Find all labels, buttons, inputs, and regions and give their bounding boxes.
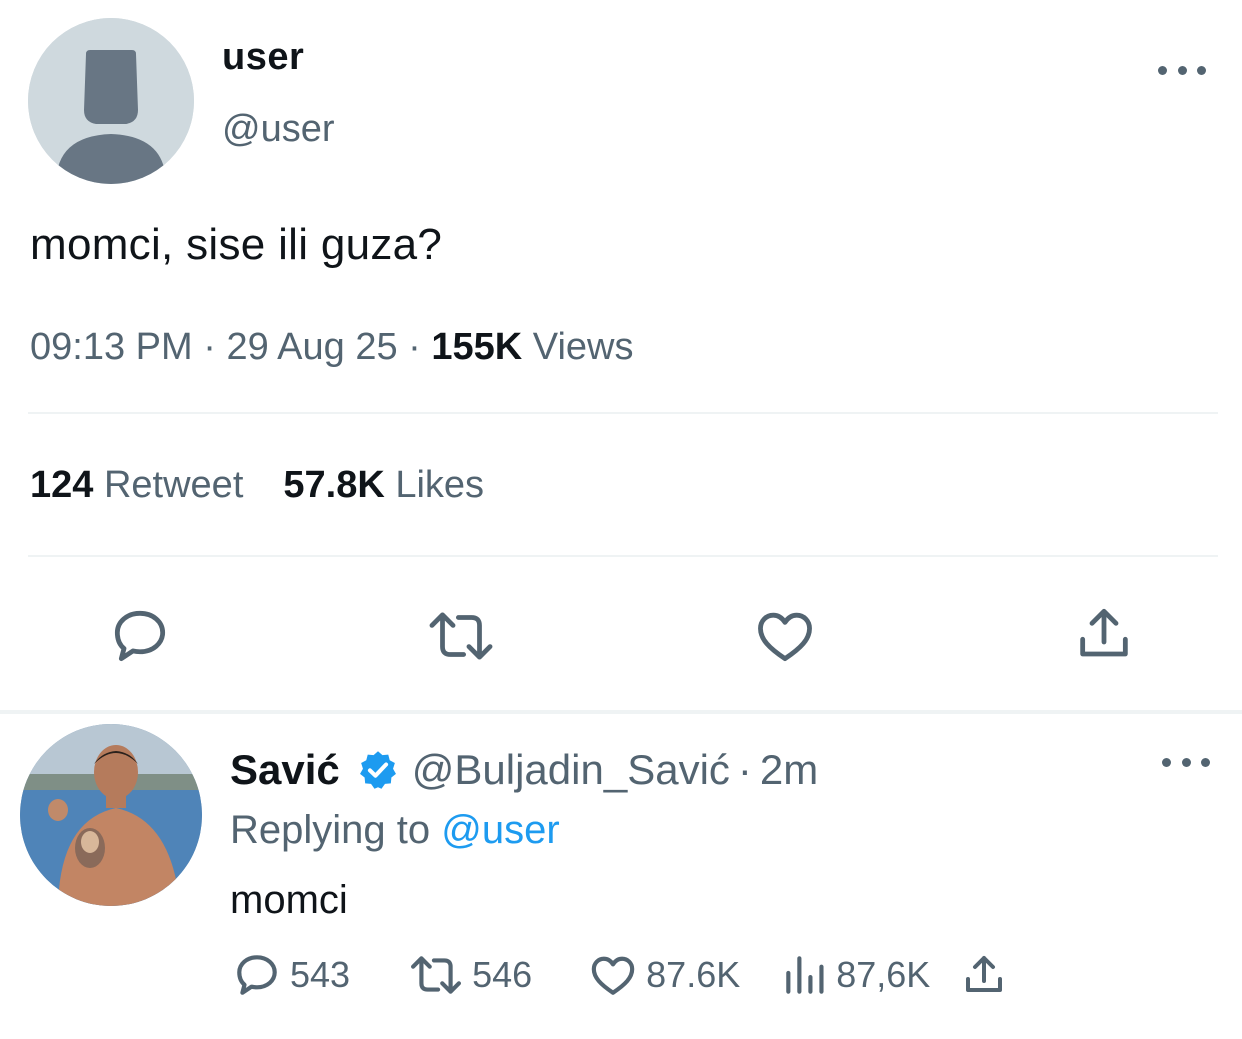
divider xyxy=(28,412,1218,414)
tweet-date[interactable]: 29 Aug 25 xyxy=(226,326,397,368)
reply-avatar-photo xyxy=(20,724,202,906)
retweet-count: 124 xyxy=(30,464,94,506)
reply-likes-count: 87.6K xyxy=(646,954,741,995)
heart-outline-icon xyxy=(591,956,635,995)
likes-stat[interactable]: 57.8K Likes xyxy=(283,464,484,506)
heart-outline-icon xyxy=(758,612,812,662)
replying-label: Replying to xyxy=(230,808,431,852)
thread-separator xyxy=(0,710,1242,714)
views-count: 155K xyxy=(431,326,523,368)
reply-retweet-button[interactable]: 546 xyxy=(406,950,532,1000)
reply-retweets-count: 546 xyxy=(472,954,533,995)
default-avatar-icon xyxy=(28,18,194,184)
reply-like-button[interactable]: 87.6K xyxy=(586,950,740,1000)
reply-views-button[interactable]: 87,6K xyxy=(780,950,930,1000)
reply-author-avatar[interactable] xyxy=(20,724,202,906)
reply-handle[interactable]: @Buljadin_Savić xyxy=(412,746,730,794)
replying-to-line: Replying to @user xyxy=(230,808,560,853)
author-display-name[interactable]: user xyxy=(222,36,304,79)
meta-separator: · xyxy=(203,326,216,368)
default-avatar[interactable] xyxy=(28,18,194,184)
reply-button[interactable] xyxy=(108,604,172,668)
reply-action-bar: 543 546 87.6K 87,6K xyxy=(230,950,1014,1000)
share-button[interactable] xyxy=(1072,602,1136,666)
tweet-meta: 09:13 PM · 29 Aug 25 · 155K Views xyxy=(30,326,633,369)
retweet-label: Retweet xyxy=(103,464,244,506)
share-upload-icon xyxy=(966,956,1003,992)
replying-to-mention[interactable]: @user xyxy=(441,808,559,852)
bar-chart-icon xyxy=(786,956,824,994)
reply-header: Savić @Buljadin_Savić · 2m xyxy=(230,746,818,794)
speech-bubble-icon xyxy=(237,955,277,995)
more-options-icon[interactable] xyxy=(1158,60,1206,80)
retweet-stat[interactable]: 124 Retweet xyxy=(30,464,243,506)
engagement-stats: 124 Retweet 57.8K Likes xyxy=(30,464,484,507)
reply-text: momci xyxy=(230,878,348,922)
views-label: Views xyxy=(532,326,634,368)
reply-more-options-icon[interactable] xyxy=(1162,752,1210,772)
like-button[interactable] xyxy=(752,604,818,668)
reply-share-button[interactable] xyxy=(960,951,1014,999)
reply-separator: · xyxy=(737,746,752,793)
reply-timestamp[interactable]: 2m xyxy=(760,746,818,794)
divider xyxy=(28,555,1218,557)
reply-reply-button[interactable]: 543 xyxy=(230,950,350,1000)
retweet-arrows-icon xyxy=(429,612,493,660)
speech-bubble-icon xyxy=(114,610,166,662)
tweet-time[interactable]: 09:13 PM xyxy=(30,326,193,368)
reply-replies-count: 543 xyxy=(290,954,351,995)
verified-badge-icon xyxy=(356,748,400,792)
likes-label: Likes xyxy=(395,464,485,506)
likes-count: 57.8K xyxy=(283,464,385,506)
author-handle[interactable]: @user xyxy=(222,108,335,151)
reply-views-count: 87,6K xyxy=(836,954,931,995)
meta-separator: · xyxy=(408,326,421,368)
share-upload-icon xyxy=(1080,608,1128,657)
reply-display-name[interactable]: Savić xyxy=(230,746,340,794)
retweet-button[interactable] xyxy=(424,604,498,668)
tweet-text: momci, sise ili guza? xyxy=(30,220,443,269)
retweet-arrows-icon xyxy=(411,956,462,994)
